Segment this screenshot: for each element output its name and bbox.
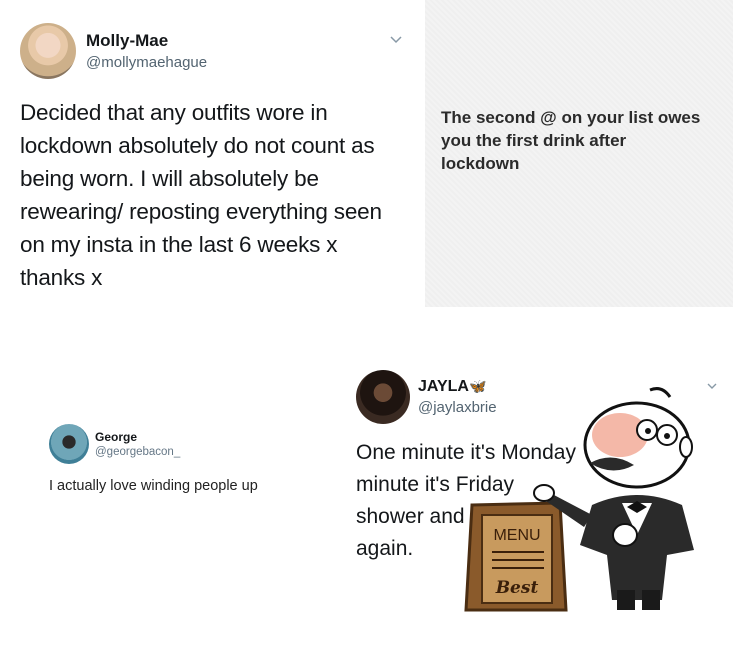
quote-card-text: The second @ on your list owes you the f… (441, 106, 731, 175)
chef-menu-illustration: MENU Best (464, 387, 694, 612)
quote-line: The second @ on your list owes (441, 108, 701, 127)
chevron-down-icon[interactable] (389, 33, 403, 47)
tweet1-display-name[interactable]: Molly-Mae (86, 31, 168, 51)
tweet1-line: lockdown absolutely do not count as (20, 133, 375, 158)
menu-sign-title: MENU (493, 527, 540, 544)
george-avatar[interactable] (49, 424, 89, 464)
tweet1-handle[interactable]: @mollymaehague (86, 54, 207, 71)
tweet3-display-name[interactable]: George (95, 430, 137, 444)
tweet1-line: thanks x (20, 265, 103, 290)
tweet1-text: Decided that any outfits wore in lockdow… (20, 96, 415, 294)
molly-avatar[interactable] (20, 23, 76, 79)
quote-line: you the first drink after (441, 131, 627, 150)
tweet3-text: I actually love winding people up (49, 478, 258, 494)
jayla-avatar[interactable] (356, 370, 410, 424)
tweet1-line: rewearing/ reposting everything seen (20, 199, 382, 224)
tweet1-line: being worn. I will absolutely be (20, 166, 319, 191)
menu-board: MENU Best (464, 501, 568, 612)
menu-sign-caption: Best (495, 578, 539, 598)
tweet1-line: on my insta in the last 6 weeks x (20, 232, 338, 257)
quote-line: lockdown (441, 154, 520, 173)
tweet3-handle[interactable]: @georgebacon_ (95, 446, 180, 458)
tweet1-line: Decided that any outfits wore in (20, 100, 328, 125)
